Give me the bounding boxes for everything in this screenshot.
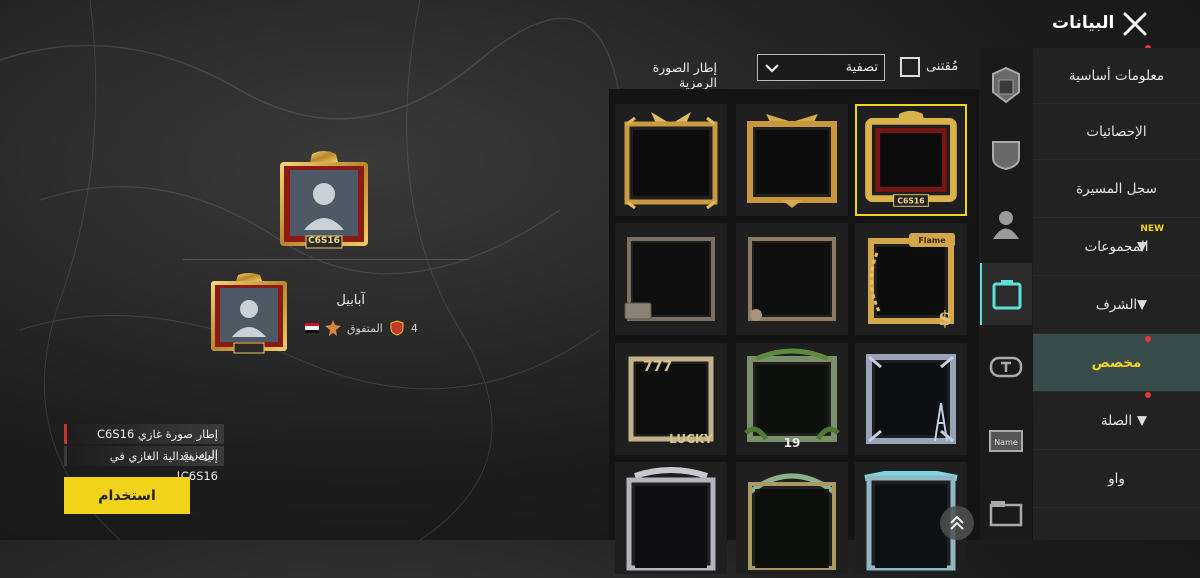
name-card-category[interactable]: Name — [980, 410, 1032, 472]
sidebar-item-career[interactable]: سجل المسيرة — [1033, 160, 1200, 218]
winged-gold-frame-icon — [747, 114, 837, 208]
sidebar-item-wow[interactable]: واو — [1033, 450, 1200, 508]
notice-subtitle: إليك ميدالية الغازي في C6S16! — [64, 446, 224, 483]
silver-frame-icon — [626, 467, 716, 571]
scroll-to-top-button[interactable] — [940, 506, 974, 540]
steel-eiffel-frame-icon — [866, 354, 956, 444]
shield-category[interactable] — [980, 123, 1032, 185]
svg-text:C6S16: C6S16 — [897, 196, 924, 205]
divider — [183, 259, 468, 260]
frame-icon — [992, 280, 1022, 310]
sidebar-item-relation[interactable]: الصلة ▼ — [1033, 392, 1200, 450]
player-level: 4 — [410, 321, 418, 335]
player-name: آبابيل — [336, 293, 365, 308]
chevron-down-icon: ▼ — [1137, 297, 1147, 312]
frame-tile-winged-gold[interactable] — [736, 104, 848, 216]
player-title: المتفوق — [347, 321, 383, 335]
player-avatar-frame — [211, 273, 287, 354]
preview-frame-caption: C6S16 — [308, 236, 340, 246]
nameplate-icon — [989, 356, 1023, 378]
owned-checkbox[interactable] — [900, 57, 920, 77]
sidebar-item-label: الصلة — [1100, 412, 1133, 429]
sidebar-item-statistics[interactable]: الإحصائيات — [1033, 104, 1200, 160]
lucky-frame-icon: 777 LUCKY — [628, 356, 714, 446]
frame-tile-green-leaf[interactable]: 19 — [736, 343, 848, 455]
notification-dot — [1145, 336, 1151, 342]
helmet-category[interactable] — [980, 54, 1032, 116]
frame-tile-chain-gold[interactable]: Flame $ — [855, 223, 967, 335]
frame-tile-green-arch[interactable] — [736, 462, 848, 574]
svg-text:$: $ — [938, 306, 952, 330]
chain-gold-frame-icon: Flame $ — [868, 233, 955, 330]
sidebar-item-custom[interactable]: مخصص — [1033, 334, 1200, 392]
c6s16-frame-icon: C6S16 — [865, 110, 957, 207]
close-icon — [1123, 12, 1147, 36]
sidebar-item-honor[interactable]: الشرف ▼ — [1033, 276, 1200, 334]
filter-dropdown[interactable]: تصفية — [757, 54, 885, 81]
owned-label: مُقتنى — [926, 59, 959, 74]
svg-text:777: 777 — [643, 359, 672, 375]
notice-title: إطار صورة غازي C6S16 الرمزية — [64, 424, 224, 461]
simple-dark-frame-icon — [748, 237, 836, 321]
sidebar-item-label: معلومات أساسية — [1068, 67, 1165, 84]
sidebar-item-label: الشرف — [1095, 296, 1138, 313]
frame-tile-simple-dark[interactable] — [736, 223, 848, 335]
use-button[interactable]: استخدام — [64, 477, 190, 514]
green-leaf-frame-icon: 19 — [744, 348, 840, 450]
frame-tile-briefcase[interactable] — [615, 223, 727, 335]
sidebar-item-label: سجل المسيرة — [1076, 180, 1157, 197]
shield-icon — [992, 141, 1020, 170]
folder-category[interactable] — [980, 482, 1032, 544]
helmet-icon — [992, 66, 1020, 104]
svg-text:Name: Name — [994, 438, 1018, 447]
name-card-icon: Name — [989, 430, 1023, 452]
double-chevron-up-icon — [950, 515, 964, 530]
player-info-row: المتفوق 4 — [305, 320, 418, 336]
sidebar-item-label: الإحصائيات — [1086, 123, 1147, 140]
chevron-down-icon: ▼ — [1137, 413, 1147, 428]
notification-dot — [1145, 392, 1151, 398]
page-title: البيانات — [1052, 13, 1115, 33]
nameplate-category[interactable] — [980, 336, 1032, 398]
chevron-down-icon: ▼ — [1137, 239, 1147, 254]
folder-icon — [989, 501, 1023, 527]
sidebar-item-collections[interactable]: المجموعات ▼ NEW — [1033, 218, 1200, 276]
chevron-down-icon — [765, 63, 779, 73]
avatar-category[interactable] — [980, 193, 1032, 255]
level-shield-icon — [390, 320, 404, 336]
person-icon — [993, 211, 1019, 239]
close-button[interactable] — [1121, 10, 1149, 38]
sidebar-item-label: واو — [1108, 470, 1125, 487]
sidebar-item-label: مخصص — [1091, 354, 1142, 371]
crown-gold-frame-icon — [624, 112, 718, 210]
rank-badge-icon — [325, 320, 341, 336]
frame-category[interactable] — [980, 263, 1032, 325]
flag-icon — [305, 323, 319, 333]
briefcase-frame-icon — [624, 237, 715, 321]
filter-label: تصفية — [845, 60, 878, 75]
frame-tile-silver[interactable] — [615, 462, 727, 574]
reward-notice: إطار صورة غازي C6S16 الرمزية إليك ميدالي… — [64, 424, 224, 483]
green-arch-frame-icon — [748, 473, 836, 570]
frame-tile-steel-eiffel[interactable] — [855, 343, 967, 455]
frame-tile-lucky[interactable]: 777 LUCKY — [615, 343, 727, 455]
grid-title: إطار الصورة الرمزية — [652, 60, 717, 90]
svg-text:Flame: Flame — [918, 236, 946, 245]
svg-text:19: 19 — [784, 436, 801, 450]
frame-tile-crown-gold[interactable] — [615, 104, 727, 216]
sidebar-item-basic-info[interactable]: معلومات أساسية — [1033, 48, 1200, 104]
svg-text:LUCKY: LUCKY — [669, 432, 713, 446]
frame-tile-c6s16[interactable]: C6S16 — [855, 104, 967, 216]
new-badge: NEW — [1140, 224, 1164, 234]
